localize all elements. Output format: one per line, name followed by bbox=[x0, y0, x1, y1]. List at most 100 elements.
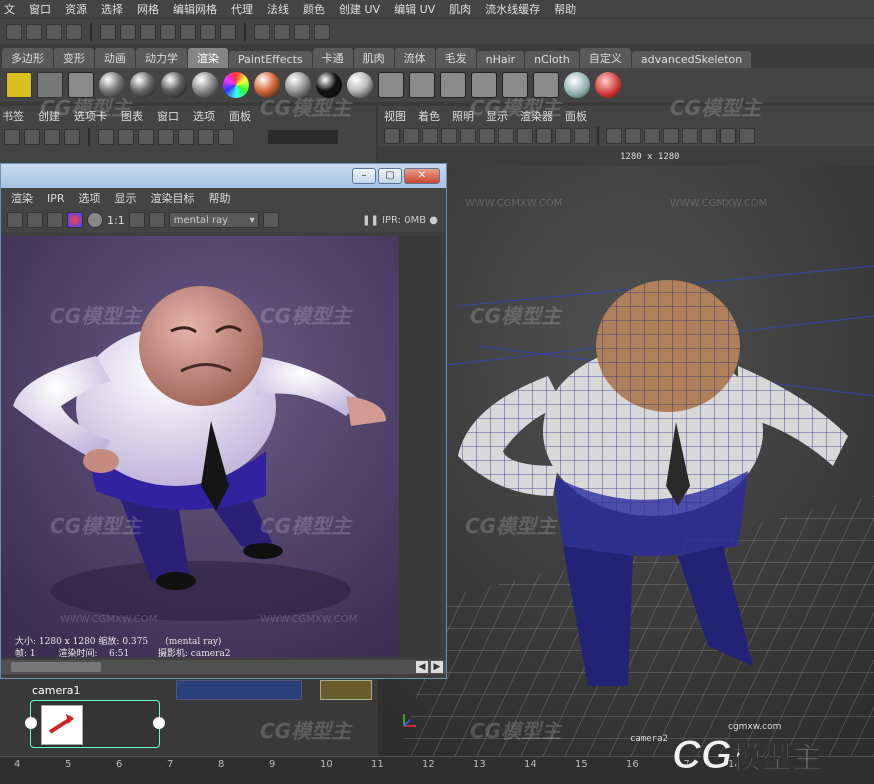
select-camera-icon[interactable] bbox=[384, 128, 400, 144]
gate-mask-icon[interactable] bbox=[517, 128, 533, 144]
menu-item[interactable]: 代理 bbox=[231, 1, 253, 17]
clear-icon[interactable] bbox=[198, 129, 214, 145]
material-phong-icon[interactable] bbox=[161, 72, 187, 98]
render-view-icon[interactable] bbox=[254, 23, 270, 40]
render-window-hscrollbar[interactable]: ◀ ▶ bbox=[1, 660, 446, 674]
resolution-gate-icon[interactable] bbox=[498, 128, 514, 144]
menu-item[interactable]: 肌肉 bbox=[449, 1, 471, 17]
menu-item[interactable]: 法线 bbox=[267, 1, 289, 17]
texture-icon[interactable] bbox=[378, 72, 404, 98]
component-mode-icon[interactable] bbox=[66, 23, 82, 40]
hypershade-menu-item[interactable]: 创建 bbox=[38, 108, 60, 124]
textured-icon[interactable] bbox=[644, 128, 660, 144]
alpha-channel-icon[interactable] bbox=[87, 212, 103, 228]
snap-curve-icon[interactable] bbox=[120, 23, 136, 40]
view2-icon[interactable] bbox=[118, 129, 134, 145]
hypershade-menu-item[interactable]: 选项卡 bbox=[74, 108, 107, 124]
view-icon[interactable] bbox=[98, 129, 114, 145]
field-chart-icon[interactable] bbox=[536, 128, 552, 144]
menu-item[interactable]: 创建 UV bbox=[339, 1, 380, 17]
high-quality-icon[interactable] bbox=[739, 128, 755, 144]
list-icon[interactable] bbox=[178, 129, 194, 145]
xray-icon[interactable] bbox=[701, 128, 717, 144]
viewport-menu-item[interactable]: 面板 bbox=[565, 108, 587, 124]
safe-title-icon[interactable] bbox=[574, 128, 590, 144]
snap-plane-icon[interactable] bbox=[160, 23, 176, 40]
redo-render-icon[interactable] bbox=[7, 212, 23, 228]
lasso-icon[interactable] bbox=[26, 23, 42, 40]
shelf-tab[interactable]: 自定义 bbox=[579, 48, 631, 68]
material-ramp-icon[interactable] bbox=[223, 72, 249, 98]
shelf-tab[interactable]: 多边形 bbox=[2, 48, 53, 68]
material-blinn-icon[interactable] bbox=[99, 72, 125, 98]
shelf-tab[interactable]: PaintEffects bbox=[229, 51, 312, 68]
wireframe-icon[interactable] bbox=[606, 128, 622, 144]
render-menu-item[interactable]: 显示 bbox=[115, 190, 137, 206]
isolate-icon[interactable] bbox=[720, 128, 736, 144]
hypershade-menu-item[interactable]: 面板 bbox=[229, 108, 251, 124]
scroll-right-icon[interactable]: ▶ bbox=[431, 661, 443, 673]
photo-icon[interactable] bbox=[502, 72, 528, 98]
shelf-tab[interactable]: 肌肉 bbox=[353, 48, 394, 68]
bookmark-icon[interactable] bbox=[422, 128, 438, 144]
material-white-icon[interactable] bbox=[347, 72, 373, 98]
menu-item[interactable]: 颜色 bbox=[303, 1, 325, 17]
maximize-button[interactable]: ▢ bbox=[378, 168, 402, 184]
layer-icon[interactable] bbox=[471, 72, 497, 98]
shelf-tab[interactable]: 动力学 bbox=[136, 48, 187, 68]
snapshot-icon[interactable] bbox=[262, 212, 279, 228]
menu-item[interactable]: 窗口 bbox=[29, 1, 51, 17]
output-port[interactable] bbox=[153, 717, 165, 729]
render-icon[interactable] bbox=[274, 23, 290, 40]
grid-icon[interactable] bbox=[460, 128, 476, 144]
material-surface-icon[interactable] bbox=[254, 72, 280, 98]
hypershade-menu-item[interactable]: 选项 bbox=[193, 108, 215, 124]
image-plane-icon[interactable] bbox=[441, 128, 457, 144]
camera-icon[interactable] bbox=[37, 72, 63, 98]
shelf-tab[interactable]: nHair bbox=[476, 51, 525, 68]
shelf-tab[interactable]: nCloth bbox=[525, 51, 579, 68]
ipr-render-icon[interactable] bbox=[294, 23, 310, 40]
menu-item[interactable]: 帮助 bbox=[554, 1, 576, 17]
graph-down-icon[interactable] bbox=[64, 129, 80, 145]
shelf-tab[interactable]: advancedSkeleton bbox=[631, 51, 752, 68]
render-icon[interactable] bbox=[68, 72, 94, 98]
viewport-menu-item[interactable]: 着色 bbox=[418, 108, 440, 124]
minimize-button[interactable]: – bbox=[352, 168, 376, 184]
menu-item[interactable]: 选择 bbox=[101, 1, 123, 17]
viewport-menu-item[interactable]: 视图 bbox=[384, 108, 406, 124]
ratio-button[interactable]: 1:1 bbox=[107, 214, 125, 227]
snap-point-icon[interactable] bbox=[140, 23, 156, 40]
input-ops-icon[interactable] bbox=[220, 23, 236, 40]
keep-image-icon[interactable] bbox=[128, 212, 145, 228]
shelf-tab[interactable]: 卡通 bbox=[312, 48, 353, 68]
viewport-menu-item[interactable]: 渲染器 bbox=[520, 108, 553, 124]
menu-item[interactable]: 资源 bbox=[65, 1, 87, 17]
material-black-icon[interactable] bbox=[316, 72, 342, 98]
render-region-icon[interactable] bbox=[47, 212, 63, 228]
render-menu-item[interactable]: 帮助 bbox=[209, 190, 231, 206]
renderer-dropdown[interactable]: mental ray bbox=[168, 212, 259, 229]
snap-grid-icon[interactable] bbox=[100, 23, 116, 40]
ipr-refresh-icon[interactable] bbox=[27, 212, 43, 228]
view4-icon[interactable] bbox=[158, 129, 174, 145]
node-thumbnail[interactable] bbox=[176, 680, 302, 700]
render-menu-item[interactable]: 渲染 bbox=[11, 190, 33, 206]
lock-camera-icon[interactable] bbox=[403, 128, 419, 144]
viewport-menu-item[interactable]: 照明 bbox=[452, 108, 474, 124]
history-icon[interactable] bbox=[200, 23, 216, 40]
shelf-tab[interactable]: 变形 bbox=[54, 48, 94, 68]
shelf-tab[interactable]: 动画 bbox=[95, 48, 135, 68]
hypershade-menu-item[interactable]: 图表 bbox=[121, 108, 143, 124]
menu-item[interactable]: 编辑网格 bbox=[173, 1, 217, 17]
hypershade-icon[interactable] bbox=[533, 72, 559, 98]
graph-icon[interactable] bbox=[24, 129, 40, 145]
menu-item[interactable]: 流水线缓存 bbox=[485, 1, 540, 17]
menu-item[interactable]: 网格 bbox=[137, 1, 159, 17]
light-icon[interactable] bbox=[6, 72, 32, 98]
camera-node[interactable] bbox=[25, 700, 165, 748]
material-anisotropic-icon[interactable] bbox=[192, 72, 218, 98]
scrollbar-thumb[interactable] bbox=[11, 662, 101, 672]
render-settings-icon[interactable] bbox=[314, 23, 330, 40]
smooth-shade-icon[interactable] bbox=[625, 128, 641, 144]
